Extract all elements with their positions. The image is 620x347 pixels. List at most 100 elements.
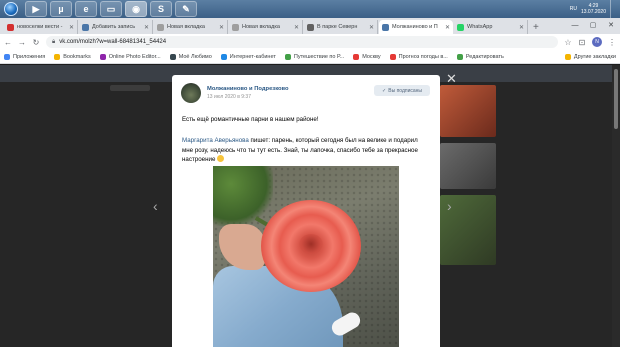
next-arrow-icon[interactable]: › (447, 198, 452, 214)
tab-favicon-icon (232, 23, 239, 31)
subscribed-label: Вы подписаны (388, 87, 422, 94)
bookmark-favicon-icon (54, 53, 61, 60)
bookmark-item[interactable]: Интернет-кабинет (220, 53, 276, 60)
tab-title: Новая вкладка (167, 24, 205, 30)
post-card: Молжаниново и Подрезково 13 июл 2020 в 9… (172, 75, 440, 347)
bookmark-item[interactable]: Bookmarks (54, 53, 91, 60)
page-viewport: ‹ › ✕ Молжаниново и Подрезково 13 июл 20… (0, 65, 620, 347)
bookmark-favicon-icon (220, 53, 227, 60)
ie-icon[interactable]: e (75, 1, 97, 17)
forward-arrow-icon[interactable]: → (18, 38, 26, 47)
browser-tab[interactable]: WhatsApp ✕ (454, 20, 528, 34)
bookmark-favicon-icon (456, 53, 463, 60)
tab-close-icon[interactable]: ✕ (519, 24, 524, 31)
notes-icon[interactable]: ✎ (175, 1, 197, 17)
other-bookmarks-label: Другие закладки (573, 53, 616, 60)
bookmark-label: Bookmarks (63, 53, 91, 60)
skype-icon[interactable]: S (150, 1, 172, 17)
media-player-icon[interactable]: ▶ (25, 1, 47, 17)
side-photo-2[interactable] (440, 143, 496, 189)
address-bar[interactable]: 🔒︎ vk.com/molzh?w=wall-68481341_54424 (46, 36, 558, 48)
profile-avatar[interactable]: N (592, 37, 602, 47)
bookmark-label: Путешествие по Р... (293, 53, 345, 60)
tab-close-icon[interactable]: ✕ (369, 24, 374, 31)
post-date[interactable]: 13 июл 2020 в 9:37 (207, 94, 289, 100)
tab-close-icon[interactable]: ✕ (69, 24, 74, 31)
extension-icon[interactable]: ⊡ (578, 38, 586, 47)
clock-date: 13.07.2020 (580, 9, 606, 15)
folder-icon (564, 53, 571, 60)
tab-title: новоселки вести - (17, 24, 63, 30)
back-arrow-icon[interactable]: ← (4, 38, 12, 47)
tab-close-icon[interactable]: ✕ (294, 24, 299, 31)
browser-tab[interactable]: Добавить запись ✕ (79, 20, 153, 34)
browser-tab[interactable]: В парке Северн ✕ (304, 20, 378, 34)
browser-tab[interactable]: Новая вкладка ✕ (154, 20, 228, 34)
bookmark-star-icon[interactable]: ☆ (564, 38, 572, 47)
bookmark-favicon-icon (284, 53, 291, 60)
explorer-folder-icon[interactable]: ▭ (100, 1, 122, 17)
new-tab-button[interactable]: + (533, 22, 539, 33)
tab-favicon-icon (157, 23, 164, 31)
bookmark-item[interactable]: Online Photo Editor... (99, 53, 161, 60)
tab-title: В парке Северн (317, 24, 358, 30)
grass-area (213, 166, 273, 226)
system-tray: RU 4:29 13.07.2020 (570, 0, 620, 18)
tab-favicon-icon (82, 23, 89, 31)
clock[interactable]: 4:29 13.07.2020 (581, 3, 606, 15)
bookmark-label: Online Photo Editor... (108, 53, 161, 60)
background-menu-item (110, 85, 150, 91)
browser-tab[interactable]: Новая вкладка ✕ (229, 20, 303, 34)
smile-emoji-icon (217, 155, 225, 162)
author-link[interactable]: Маргарита Аверьянова (182, 137, 249, 144)
bookmark-label: Приложения (13, 53, 46, 60)
bookmark-label: Интернет-кабинет (229, 53, 276, 60)
url-text: vk.com/molzh?w=wall-68481341_54424 (59, 39, 167, 45)
browser-tab[interactable]: новоселки вести - ✕ (4, 20, 78, 34)
side-photo-1[interactable] (440, 85, 496, 137)
language-indicator[interactable]: RU (570, 6, 577, 12)
post-photo[interactable] (213, 166, 399, 347)
bookmark-item[interactable]: Путешествие по Р... (284, 53, 345, 60)
tab-title: Добавить запись (92, 24, 136, 30)
bookmark-item[interactable]: Моё Любимо (169, 53, 212, 60)
bookmark-item[interactable]: Приложения (4, 53, 46, 60)
post-body: Маргарита Аверьянова пишет: парень, кото… (182, 136, 427, 165)
bookmark-label: Москву (362, 53, 381, 60)
check-icon: ✓ (382, 87, 387, 94)
bookmark-favicon-icon (353, 53, 360, 60)
group-name[interactable]: Молжаниново и Подрезково (207, 86, 289, 92)
utorrent-icon[interactable]: µ (50, 1, 72, 17)
bookmark-favicon-icon (99, 53, 106, 60)
page-scrollbar[interactable] (612, 65, 620, 347)
tab-favicon-icon (307, 23, 314, 31)
show-desktop-button[interactable] (610, 0, 616, 18)
group-avatar[interactable] (181, 83, 201, 103)
maximize-icon[interactable]: ▢ (584, 18, 602, 32)
chrome-icon[interactable]: ◉ (125, 1, 147, 17)
browser-tab[interactable]: Молжаниново и П ✕ (379, 20, 453, 34)
post-header: Молжаниново и Подрезково 13 июл 2020 в 9… (181, 83, 289, 103)
reload-icon[interactable]: ↻ (32, 38, 40, 47)
close-modal-icon[interactable]: ✕ (446, 71, 457, 87)
minimize-icon[interactable]: — (566, 18, 584, 32)
close-window-icon[interactable]: ✕ (602, 18, 620, 32)
rose-center (299, 234, 323, 254)
start-button[interactable] (0, 0, 22, 18)
post-intro: Есть ещё романтичные парни в нашем район… (182, 116, 319, 123)
subscribed-button[interactable]: ✓ Вы подписаны (374, 85, 430, 96)
bookmark-item[interactable]: Москву (353, 53, 381, 60)
tab-title: Молжаниново и П (392, 24, 438, 30)
bookmark-favicon-icon (169, 53, 176, 60)
bookmark-item[interactable]: Прогноз погоды в... (389, 53, 448, 60)
tab-close-icon[interactable]: ✕ (219, 24, 224, 31)
other-bookmarks[interactable]: Другие закладки (564, 53, 616, 60)
tab-close-icon[interactable]: ✕ (445, 24, 450, 31)
prev-arrow-icon[interactable]: ‹ (153, 198, 158, 214)
menu-dots-icon[interactable]: ⋮ (608, 38, 616, 47)
bookmarks-bar: Приложения Bookmarks Online Photo Editor..… (0, 50, 620, 64)
bookmark-label: Редактировать (465, 53, 504, 60)
browser-tab-strip: новоселки вести - ✕ Добавить запись ✕ Новая … (0, 18, 620, 34)
bookmark-item[interactable]: Редактировать (456, 53, 504, 60)
tab-close-icon[interactable]: ✕ (144, 24, 149, 31)
